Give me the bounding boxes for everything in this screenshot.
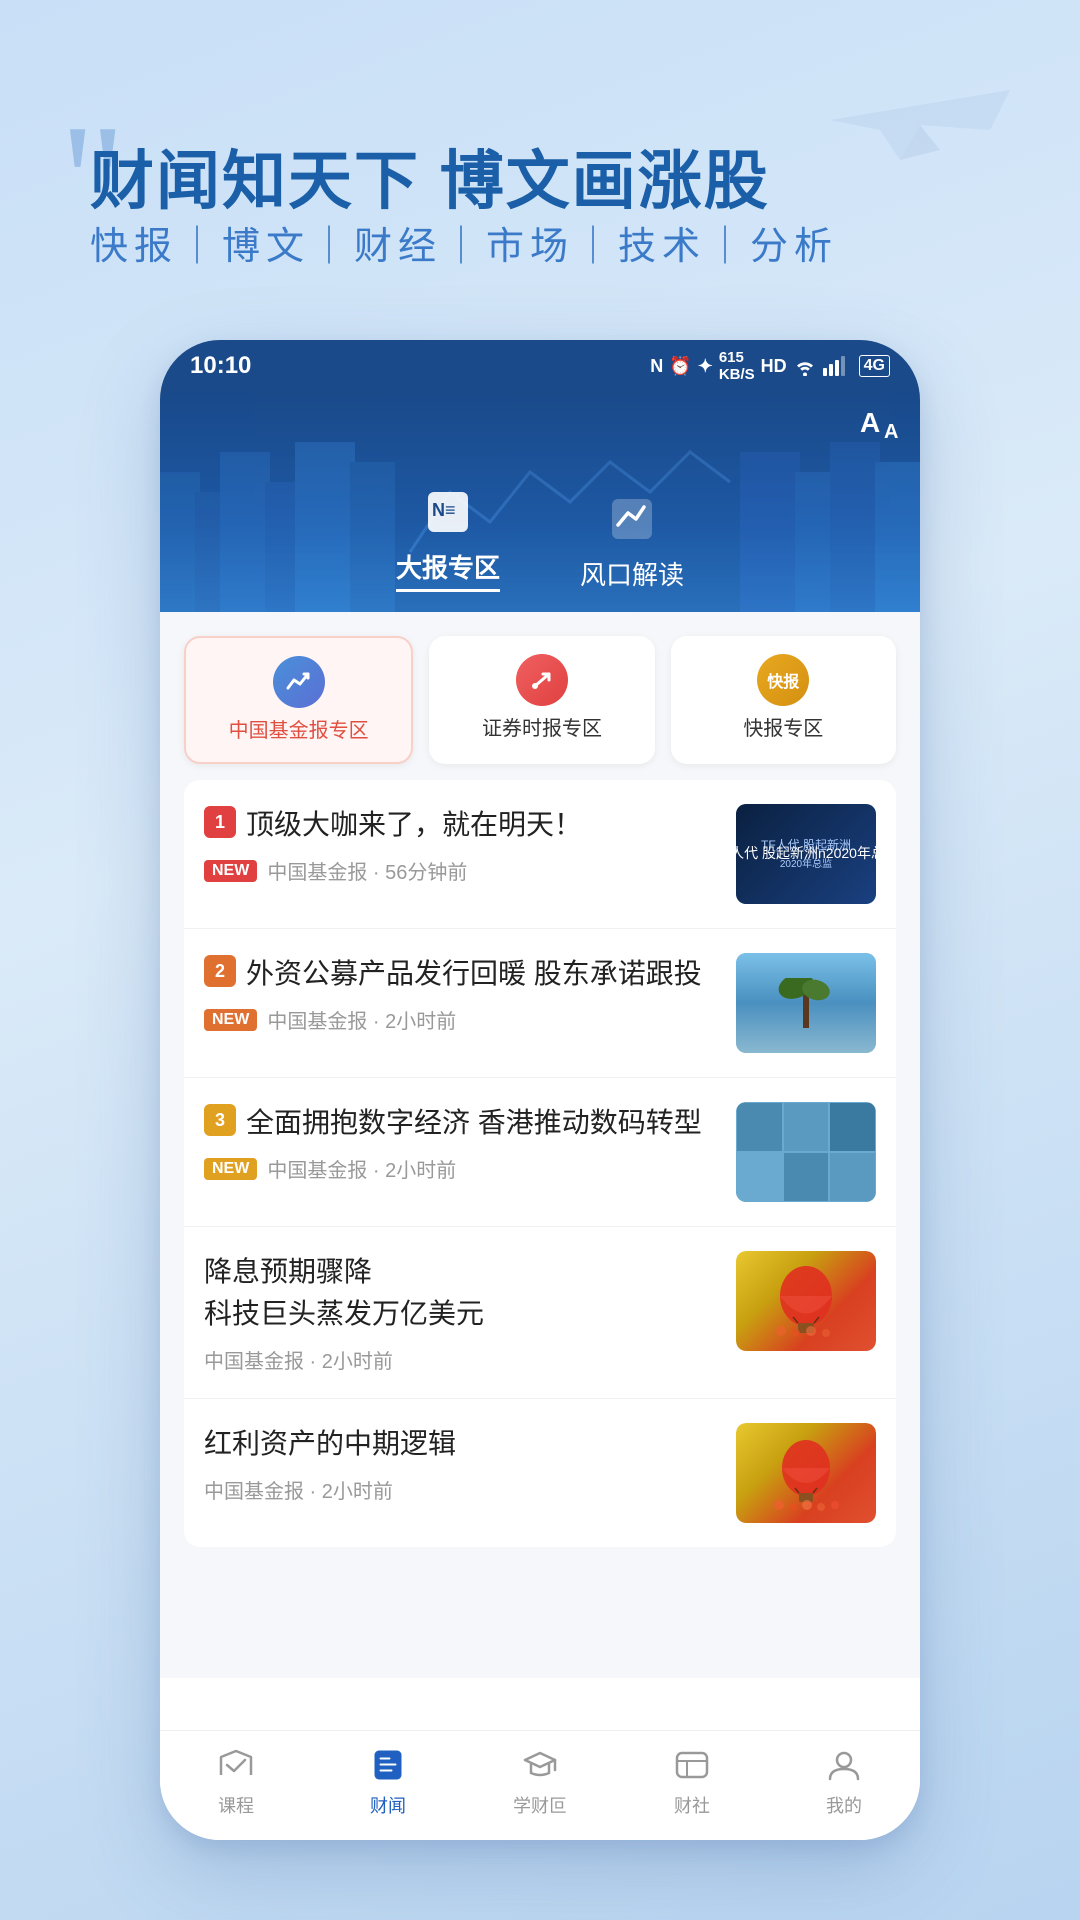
news-source-1: 中国基金报 · 56分钟前 (267, 856, 467, 885)
nav-label-caiwens: 财闻 (370, 1792, 406, 1818)
wifi-icon (793, 356, 817, 376)
nav-label-study: 学财叵 (513, 1792, 567, 1818)
news-item-4[interactable]: 降息预期骤降科技巨头蒸发万亿美元 中国基金报 · 2小时前 (184, 1227, 896, 1399)
news-meta-5: 中国基金报 · 2小时前 (204, 1475, 720, 1504)
news-title-3: 全面拥抱数字经济 香港推动数码转型 (246, 1102, 702, 1144)
tab-daibao-label: 大报专区 (396, 548, 500, 592)
news-title-1: 顶级大咖来了，就在明天！ (246, 804, 582, 846)
nav-icon-caishi (671, 1744, 713, 1786)
news-item-5[interactable]: 红利资产的中期逻辑 中国基金报 · 2小时前 (184, 1399, 896, 1547)
news-thumb-5 (736, 1423, 876, 1523)
nav-item-mine[interactable]: 我的 (768, 1744, 920, 1818)
nav-icon-mine (823, 1744, 865, 1786)
cat-icon-jijin (273, 656, 325, 708)
alarm-icon: ⏰ (669, 356, 691, 377)
svg-text:A: A (860, 407, 880, 438)
news-thumb-1: TF人代 股起新洲2020年总监 (736, 804, 876, 904)
notification-icon: N (650, 356, 663, 377)
nav-item-course[interactable]: 课程 (160, 1744, 312, 1818)
bottom-nav: 课程 财闻 学财叵 (160, 1730, 920, 1840)
news-title-4: 降息预期骤降科技巨头蒸发万亿美元 (204, 1251, 720, 1335)
nav-label-mine: 我的 (826, 1792, 862, 1818)
news-thumb-4 (736, 1251, 876, 1351)
nav-label-caishi: 财社 (674, 1792, 710, 1818)
news-title-row-3: 3 全面拥抱数字经济 香港推动数码转型 (204, 1102, 720, 1144)
app-header: A A N≡ 大报专区 (160, 392, 920, 612)
news-item-3[interactable]: 3 全面拥抱数字经济 香港推动数码转型 NEW 中国基金报 · 2小时前 (184, 1078, 896, 1227)
news-meta-3: NEW 中国基金报 · 2小时前 (204, 1154, 720, 1183)
news-item-1[interactable]: 1 顶级大咖来了，就在明天！ NEW 中国基金报 · 56分钟前 TF人代 股起… (184, 780, 896, 929)
signal-icon (823, 356, 853, 376)
cat-icon-zhengquan (516, 654, 568, 706)
font-size-button[interactable]: A A (860, 406, 900, 442)
lte-badge: 4G (859, 355, 890, 377)
speed-icon: 615KB/S (719, 349, 755, 383)
status-icons: N ⏰ ✦ 615KB/S HD 4G (650, 349, 890, 383)
new-badge-3: NEW (204, 1158, 257, 1180)
rank-badge-3: 3 (204, 1104, 236, 1136)
svg-text:N≡: N≡ (432, 500, 456, 520)
news-title-5: 红利资产的中期逻辑 (204, 1423, 720, 1465)
new-badge-1: NEW (204, 860, 257, 882)
status-time: 10:10 (190, 352, 251, 380)
cat-tab-jijin[interactable]: 中国基金报专区 (184, 636, 413, 764)
news-meta-1: NEW 中国基金报 · 56分钟前 (204, 856, 720, 885)
cat-tab-kuaibao[interactable]: 快报 快报专区 (671, 636, 896, 764)
news-source-4: 中国基金报 · 2小时前 (204, 1345, 393, 1374)
news-content-4: 降息预期骤降科技巨头蒸发万亿美元 中国基金报 · 2小时前 (204, 1251, 720, 1374)
tab-fengkou-label: 风口解读 (580, 555, 684, 592)
rank-badge-2: 2 (204, 955, 236, 987)
nav-label-course: 课程 (218, 1792, 254, 1818)
phone-mockup: 10:10 N ⏰ ✦ 615KB/S HD 4G (160, 340, 920, 1840)
news-meta-4: 中国基金报 · 2小时前 (204, 1345, 720, 1374)
news-title-row-1: 1 顶级大咖来了，就在明天！ (204, 804, 720, 846)
news-source-3: 中国基金报 · 2小时前 (267, 1154, 456, 1183)
content-area: 中国基金报专区 证券时报专区 快报 快报专区 (160, 612, 920, 1678)
nav-item-caishi[interactable]: 财社 (616, 1744, 768, 1818)
cat-label-zhengquan: 证券时报专区 (482, 716, 602, 742)
news-thumb-2 (736, 953, 876, 1053)
news-content-2: 2 外资公募产品发行回暖 股东承诺跟投 NEW 中国基金报 · 2小时前 (204, 953, 720, 1034)
header-tabs: N≡ 大报专区 风口解读 (396, 484, 684, 592)
category-tabs: 中国基金报专区 证券时报专区 快报 快报专区 (160, 612, 920, 780)
news-content-5: 红利资产的中期逻辑 中国基金报 · 2小时前 (204, 1423, 720, 1504)
nav-icon-caiwens (367, 1744, 409, 1786)
bluetooth-icon: ✦ (698, 356, 713, 377)
news-title-row-2: 2 外资公募产品发行回暖 股东承诺跟投 (204, 953, 720, 995)
cat-label-jijin: 中国基金报专区 (229, 718, 369, 744)
rank-badge-1: 1 (204, 806, 236, 838)
tab-daibao[interactable]: N≡ 大报专区 (396, 484, 500, 592)
daibao-icon: N≡ (420, 484, 476, 540)
news-source-2: 中国基金报 · 2小时前 (267, 1005, 456, 1034)
fengkou-icon (604, 491, 660, 547)
svg-text:A: A (884, 421, 898, 442)
status-bar: 10:10 N ⏰ ✦ 615KB/S HD 4G (160, 340, 920, 392)
news-item-2[interactable]: 2 外资公募产品发行回暖 股东承诺跟投 NEW 中国基金报 · 2小时前 (184, 929, 896, 1078)
bg-plane-decoration (820, 60, 1020, 180)
hero-title: 财闻知天下 博文画涨股 (90, 130, 770, 222)
new-badge-2: NEW (204, 1009, 257, 1031)
cat-tab-zhengquan[interactable]: 证券时报专区 (429, 636, 654, 764)
nav-item-study[interactable]: 学财叵 (464, 1744, 616, 1818)
news-content-1: 1 顶级大咖来了，就在明天！ NEW 中国基金报 · 56分钟前 (204, 804, 720, 885)
news-thumb-3 (736, 1102, 876, 1202)
tab-fengkou[interactable]: 风口解读 (580, 491, 684, 592)
news-content-3: 3 全面拥抱数字经济 香港推动数码转型 NEW 中国基金报 · 2小时前 (204, 1102, 720, 1183)
news-title-2: 外资公募产品发行回暖 股东承诺跟投 (246, 953, 702, 995)
nav-item-caiwens[interactable]: 财闻 (312, 1744, 464, 1818)
news-source-5: 中国基金报 · 2小时前 (204, 1475, 393, 1504)
nav-icon-study (519, 1744, 561, 1786)
cat-label-kuaibao: 快报专区 (743, 716, 823, 742)
news-meta-2: NEW 中国基金报 · 2小时前 (204, 1005, 720, 1034)
nav-icon-course (215, 1744, 257, 1786)
hd-icon: HD (761, 356, 787, 377)
news-list: 1 顶级大咖来了，就在明天！ NEW 中国基金报 · 56分钟前 TF人代 股起… (184, 780, 896, 1547)
hero-subtitle: 快报｜博文｜财经｜市场｜技术｜分析 (90, 215, 838, 270)
cat-icon-kuaibao: 快报 (757, 654, 809, 706)
